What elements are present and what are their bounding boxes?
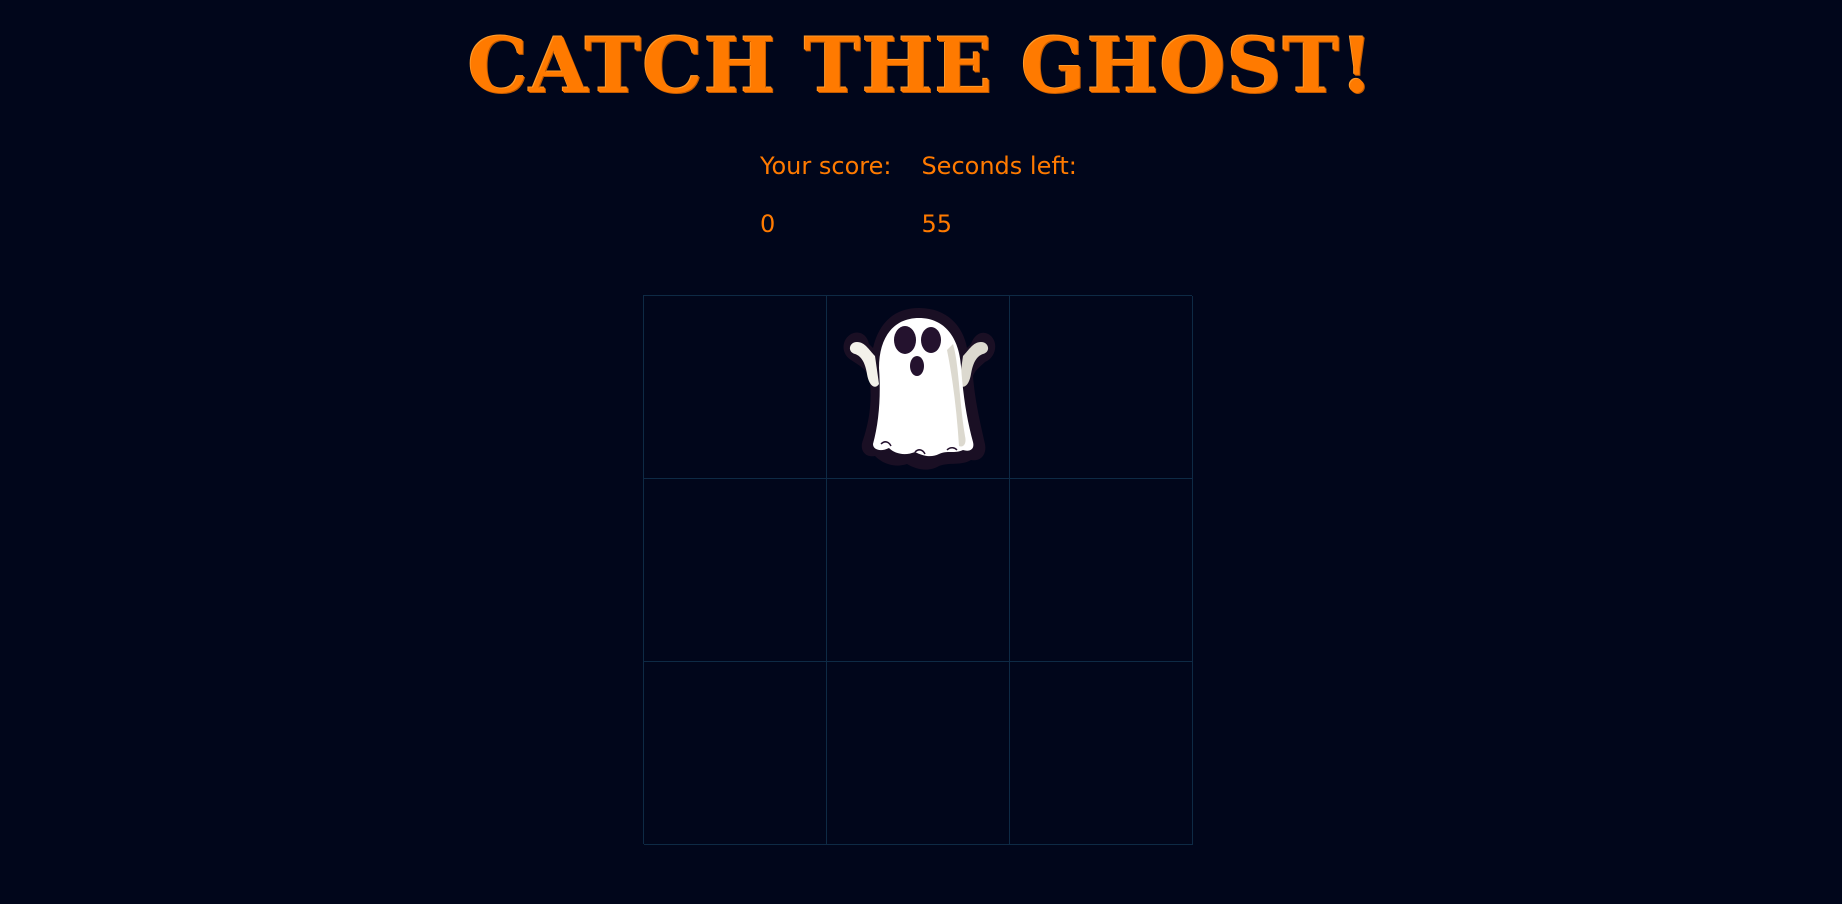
grid-cell-7[interactable]	[644, 662, 827, 845]
grid-cell-6[interactable]	[1010, 479, 1193, 662]
game-board	[643, 295, 1193, 845]
score-stat: Your score: 0	[760, 148, 891, 242]
grid-cell-4[interactable]	[644, 479, 827, 662]
grid-cell-2[interactable]	[827, 296, 1010, 479]
timer-label: Seconds left:	[921, 152, 1077, 180]
timer-stat: Seconds left: 55	[921, 148, 1076, 242]
grid-cell-3[interactable]	[1010, 296, 1193, 479]
score-label: Your score:	[760, 152, 892, 180]
grid-cell-8[interactable]	[827, 662, 1010, 845]
score-value: 0	[760, 210, 776, 238]
grid-cell-9[interactable]	[1010, 662, 1193, 845]
grid-cell-1[interactable]	[644, 296, 827, 479]
timer-value: 55	[921, 210, 952, 238]
ghost-icon[interactable]	[835, 304, 1003, 472]
stats-panel: Your score: 0 Seconds left: 55	[760, 148, 1077, 242]
game-title: CATCH THE GHOST!	[467, 21, 1375, 110]
grid-cell-5[interactable]	[827, 479, 1010, 662]
